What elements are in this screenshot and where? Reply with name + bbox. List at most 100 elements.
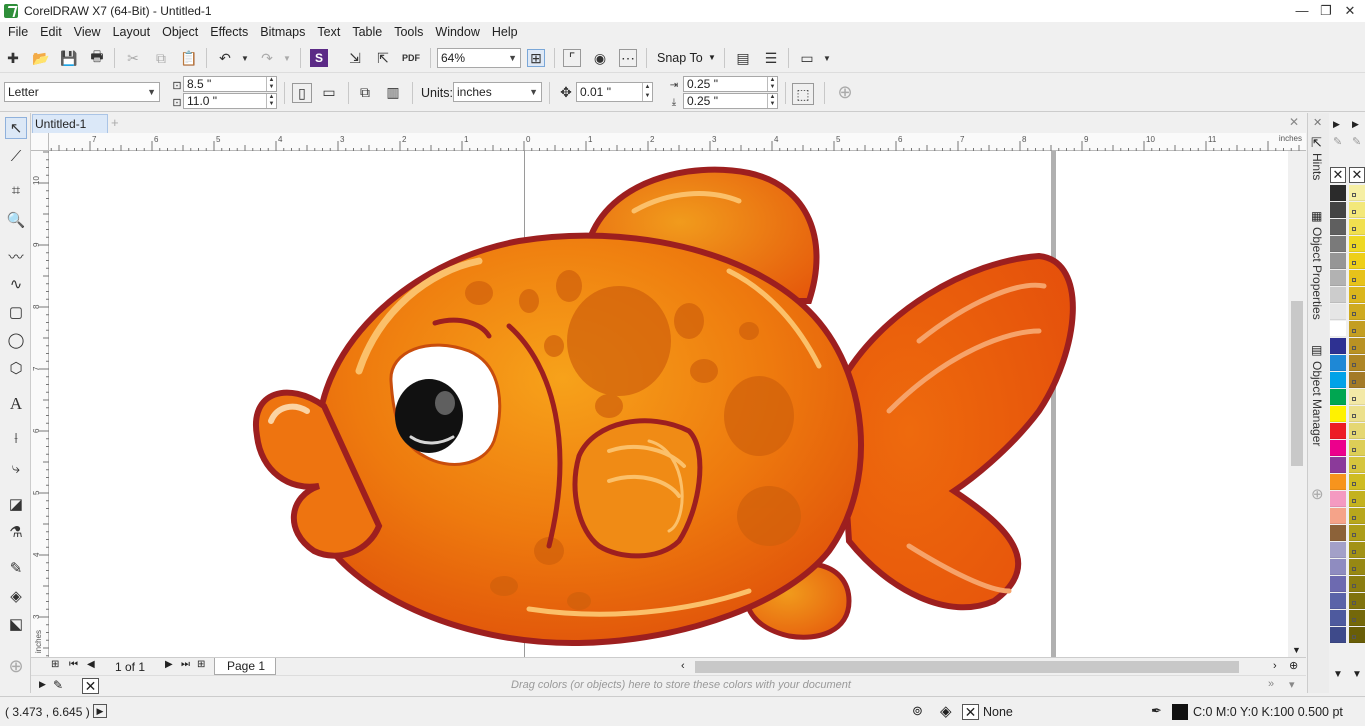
horizontal-ruler[interactable]: 7 6 5 4 3 2 1 0 1 2 3 4 5 6 7 8 9 10 11 inches — [49, 133, 1306, 151]
color-swatch[interactable] — [1349, 372, 1365, 388]
color-swatch[interactable] — [1349, 253, 1365, 269]
object-info-icon[interactable]: ⊚ — [912, 703, 923, 719]
secondary-color-palette[interactable]: ▶ ✎ ✕ ▼ — [1348, 113, 1365, 693]
color-swatch[interactable] — [1330, 610, 1346, 626]
scroll-left-icon[interactable]: ‹ — [681, 660, 685, 672]
snap-to-dropdown-icon[interactable]: ▼ — [708, 53, 716, 62]
previous-page-icon[interactable]: ◀ — [87, 659, 95, 670]
menu-effects[interactable]: Effects — [204, 25, 254, 39]
color-swatch[interactable] — [1349, 287, 1365, 303]
customize-toolbox-icon[interactable]: ⊕ — [5, 655, 27, 677]
color-eyedropper-tool-icon[interactable]: ✎ — [5, 557, 27, 579]
copy-icon[interactable]: ⧉ — [152, 49, 170, 67]
color-swatch[interactable] — [1330, 593, 1346, 609]
color-swatch[interactable] — [1349, 304, 1365, 320]
palette-scroll-down-icon[interactable]: ▾ — [1289, 678, 1295, 691]
pick-tool-icon[interactable]: ↖ — [5, 117, 27, 139]
outline-pen-icon[interactable]: ✒ — [1151, 703, 1162, 719]
next-page-icon[interactable]: ▶ — [165, 659, 173, 670]
drop-shadow-tool-icon[interactable]: ◪ — [5, 493, 27, 515]
fill-none-swatch[interactable]: ✕ — [962, 704, 979, 720]
horizontal-scroll-thumb[interactable] — [695, 661, 1239, 673]
color-swatch[interactable] — [1330, 474, 1346, 490]
color-swatch[interactable] — [1349, 457, 1365, 473]
color-swatch[interactable] — [1330, 270, 1346, 286]
color-swatch[interactable] — [1349, 270, 1365, 286]
all-pages-icon[interactable]: ⧉ — [356, 83, 374, 101]
color-swatch[interactable] — [1349, 508, 1365, 524]
zoom-level-dropdown[interactable]: 64% ▼ — [437, 48, 521, 68]
close-button[interactable]: ✕ — [1339, 2, 1361, 20]
palette-scroll-down-icon[interactable]: ▼ — [1352, 669, 1362, 680]
palette-no-color-swatch[interactable]: ✕ — [1330, 167, 1346, 183]
palette-menu-icon[interactable]: ▶ — [1333, 119, 1340, 130]
page-width-field[interactable]: 8.5 " ▲ ▼ — [183, 76, 277, 92]
add-page-before-icon[interactable]: ⊞ — [51, 659, 59, 670]
page-height-spinner[interactable]: ▲ ▼ — [266, 94, 276, 108]
transparency-tool-icon[interactable]: ⚗ — [5, 521, 27, 543]
color-swatch[interactable] — [1349, 423, 1365, 439]
color-swatch[interactable] — [1330, 287, 1346, 303]
color-swatch[interactable] — [1330, 185, 1346, 201]
duplicate-y-field[interactable]: 0.25 " ▲ ▼ — [683, 93, 778, 109]
duplicate-x-spinner[interactable]: ▲ ▼ — [767, 77, 777, 91]
vertical-ruler[interactable]: 10 9 8 7 6 5 4 3 inches — [31, 151, 49, 657]
scroll-down-icon[interactable]: ▼ — [1292, 645, 1301, 655]
menu-edit[interactable]: Edit — [34, 25, 68, 39]
cut-icon[interactable]: ✂ — [124, 49, 142, 67]
color-swatch[interactable] — [1349, 440, 1365, 456]
restore-button[interactable]: ❐ — [1315, 2, 1337, 20]
color-swatch[interactable] — [1330, 372, 1346, 388]
menu-object[interactable]: Object — [156, 25, 204, 39]
duplicate-x-field[interactable]: 0.25 " ▲ ▼ — [683, 76, 778, 92]
new-tab-plus-icon[interactable]: + — [111, 115, 119, 130]
palette-expand-icon[interactable]: ▶ — [39, 679, 46, 690]
first-page-icon[interactable]: ⏮ — [69, 659, 78, 670]
close-tab-icon[interactable]: ✕ — [1289, 115, 1299, 129]
import-icon[interactable]: ⇲ — [346, 49, 364, 67]
color-swatch[interactable] — [1349, 321, 1365, 337]
nudge-distance-field[interactable]: 0.01 " ▲ ▼ — [576, 82, 653, 102]
zoom-navigator-icon[interactable]: ⊕ — [1289, 659, 1298, 672]
menu-bitmaps[interactable]: Bitmaps — [254, 25, 311, 39]
text-tool-icon[interactable]: A — [5, 393, 27, 415]
color-swatch[interactable] — [1349, 627, 1365, 643]
color-swatch[interactable] — [1349, 542, 1365, 558]
color-swatch[interactable] — [1349, 355, 1365, 371]
minimize-button[interactable]: — — [1291, 2, 1313, 20]
palette-eyedropper-icon[interactable]: ✎ — [1333, 135, 1342, 148]
color-swatch[interactable] — [1349, 202, 1365, 218]
last-page-icon[interactable]: ⏭ — [181, 659, 190, 670]
object-properties-tab[interactable]: Object Properties — [1310, 227, 1324, 320]
snap-to-button[interactable]: Snap To — [657, 51, 703, 65]
color-swatch[interactable] — [1330, 440, 1346, 456]
portrait-orientation-icon[interactable]: ▯ — [292, 83, 312, 103]
palette-scroll-icon[interactable]: » — [1268, 678, 1274, 690]
polygon-tool-icon[interactable]: ⬡ — [5, 357, 27, 379]
options-icon[interactable]: ☰ — [762, 49, 780, 67]
vertical-scroll-thumb[interactable] — [1291, 301, 1303, 466]
ellipse-tool-icon[interactable]: ◯ — [5, 329, 27, 351]
color-swatch[interactable] — [1349, 491, 1365, 507]
color-swatch[interactable] — [1349, 525, 1365, 541]
page-width-spinner[interactable]: ▲ ▼ — [266, 77, 276, 91]
redo-icon[interactable]: ↷ — [258, 49, 276, 67]
menu-help[interactable]: Help — [486, 25, 524, 39]
current-page-icon[interactable]: ▥ — [384, 83, 402, 101]
hints-tab[interactable]: Hints — [1310, 153, 1324, 180]
freehand-tool-icon[interactable]: 〰 — [5, 245, 27, 267]
menu-table[interactable]: Table — [346, 25, 388, 39]
new-document-icon[interactable]: ✚ — [4, 49, 22, 67]
publish-pdf-icon[interactable]: PDF — [402, 49, 420, 67]
color-swatch[interactable] — [1330, 304, 1346, 320]
menu-text[interactable]: Text — [311, 25, 346, 39]
duplicate-y-spinner[interactable]: ▲ ▼ — [767, 94, 777, 108]
crop-tool-icon[interactable]: ⌗ — [5, 179, 27, 201]
color-swatch[interactable] — [1349, 406, 1365, 422]
color-swatch[interactable] — [1330, 338, 1346, 354]
show-guidelines-icon[interactable]: ⋯ — [619, 49, 637, 67]
palette-no-color-swatch[interactable]: ✕ — [1349, 167, 1365, 183]
add-toolbar-button-icon[interactable]: ⊕ — [836, 82, 854, 102]
color-swatch[interactable] — [1330, 423, 1346, 439]
menu-layout[interactable]: Layout — [107, 25, 157, 39]
